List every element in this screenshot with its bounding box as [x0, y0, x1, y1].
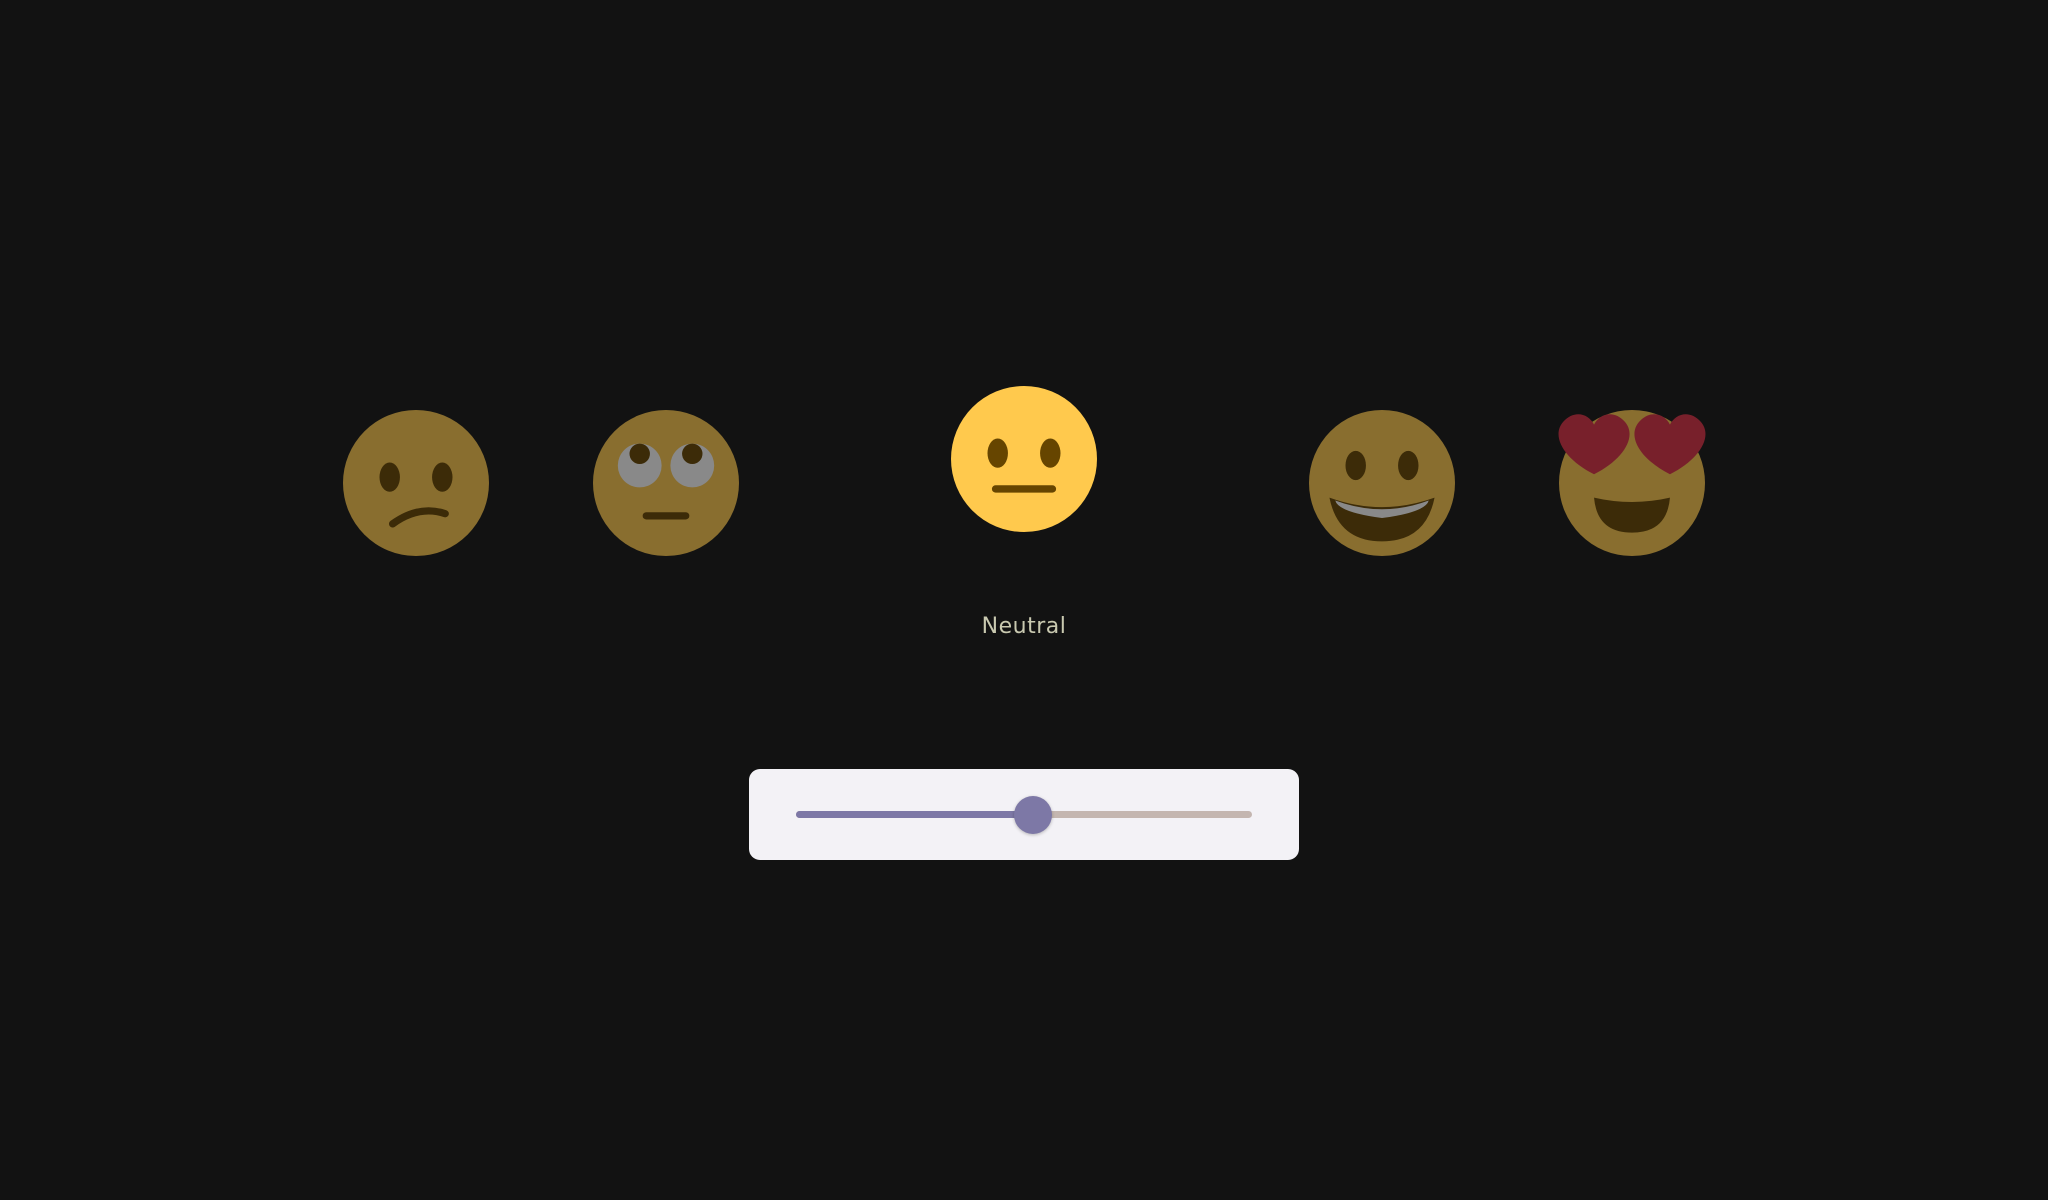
- mood-slider-card: [749, 769, 1299, 860]
- heart-eyes-face-icon[interactable]: [1558, 410, 1706, 556]
- face-with-rolling-eyes-icon[interactable]: [593, 410, 739, 556]
- slider-track[interactable]: [796, 795, 1252, 834]
- mood-label: Neutral: [981, 614, 1067, 639]
- grinning-face-icon[interactable]: [1309, 410, 1455, 556]
- mood-options: [0, 0, 2048, 600]
- neutral-face-icon[interactable]: [951, 386, 1097, 532]
- slider-thumb[interactable]: [1014, 795, 1053, 834]
- slider-active-track: [796, 811, 1034, 818]
- confused-face-icon[interactable]: [343, 410, 489, 556]
